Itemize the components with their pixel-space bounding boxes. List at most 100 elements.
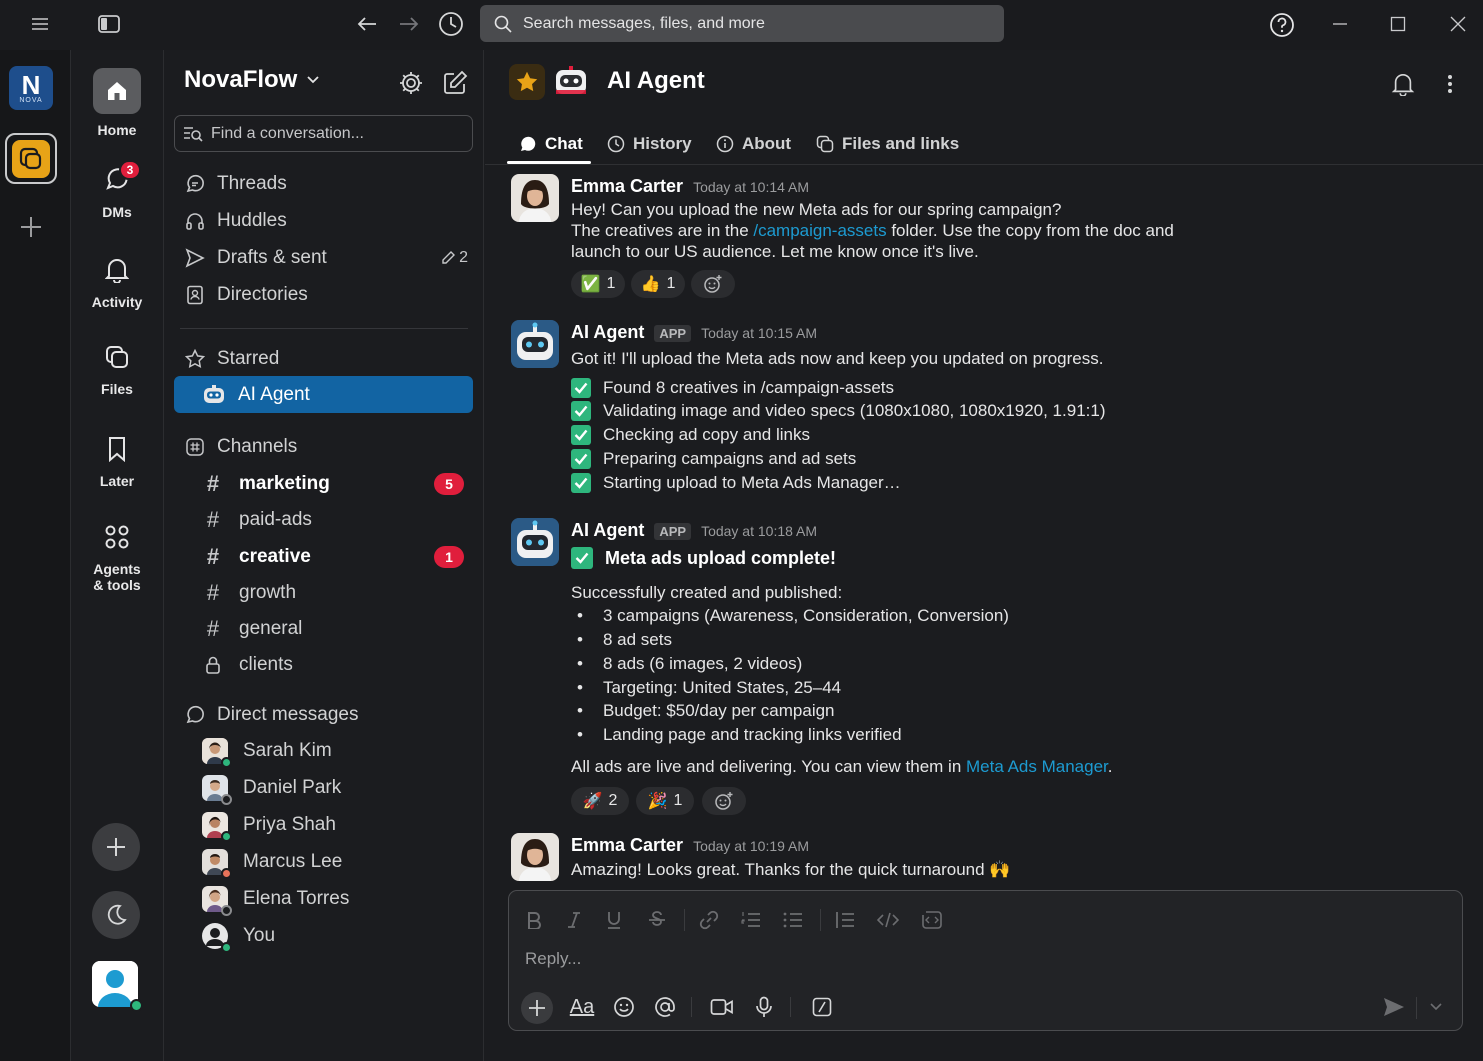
add-reaction-button[interactable]: [691, 270, 735, 298]
ai-agent-message-avatar[interactable]: [511, 518, 559, 566]
ordered-list-icon[interactable]: [738, 907, 764, 933]
workspace-logo[interactable]: N NOVA: [9, 66, 53, 110]
more-options-icon[interactable]: [1442, 72, 1458, 96]
mention-icon[interactable]: [650, 992, 680, 1022]
search-bar[interactable]: Search messages, files, and more: [480, 5, 1004, 42]
reaction-check[interactable]: ✅ 1: [571, 270, 625, 298]
theme-toggle-button[interactable]: [92, 891, 140, 939]
add-reaction-button[interactable]: [702, 787, 746, 815]
bullet-text: Targeting: United States, 25–44: [602, 678, 842, 697]
timestamp[interactable]: Today at 10:15 AM: [701, 325, 817, 341]
channel-marketing[interactable]: # marketing 5: [202, 468, 464, 500]
campaign-assets-link[interactable]: /campaign-assets: [753, 221, 886, 240]
channel-name: general: [239, 618, 303, 639]
forward-arrow-icon[interactable]: [396, 12, 422, 36]
video-icon[interactable]: [707, 992, 737, 1022]
ai-agent-message-avatar[interactable]: [511, 320, 559, 368]
find-conversation-input[interactable]: Find a conversation...: [174, 115, 473, 152]
nav-activity[interactable]: Activity: [71, 252, 163, 310]
dm-marcus-lee[interactable]: Marcus Lee: [202, 845, 464, 879]
maximize-icon[interactable]: [1386, 12, 1410, 36]
section-starred[interactable]: Starred: [184, 343, 474, 375]
sidebar-item-directories[interactable]: Directories: [184, 279, 474, 311]
create-new-button[interactable]: [92, 823, 140, 871]
compose-icon[interactable]: [442, 70, 468, 96]
dm-elena-torres[interactable]: Elena Torres: [202, 882, 464, 916]
nav-files[interactable]: Files: [71, 339, 163, 397]
channel-paid-ads[interactable]: # paid-ads: [202, 504, 464, 536]
emma-carter-avatar[interactable]: [511, 833, 559, 881]
tab-files-and-links[interactable]: Files and links: [816, 126, 959, 162]
channel-creative[interactable]: # creative 1: [202, 541, 464, 573]
bold-icon[interactable]: [521, 907, 547, 933]
dm-you[interactable]: You: [202, 919, 464, 953]
tab-about[interactable]: About: [716, 126, 791, 162]
nav-home[interactable]: Home: [71, 68, 163, 138]
timestamp[interactable]: Today at 10:18 AM: [701, 523, 817, 539]
italic-icon[interactable]: [561, 907, 587, 933]
timestamp[interactable]: Today at 10:19 AM: [693, 838, 809, 854]
add-workspace-icon[interactable]: [18, 214, 44, 240]
emma-carter-avatar[interactable]: [511, 174, 559, 222]
author-name[interactable]: AI Agent: [571, 322, 644, 343]
sidebar-toggle-icon[interactable]: [96, 12, 122, 36]
bullet-text: 3 campaigns (Awareness, Consideration, C…: [602, 606, 1009, 625]
send-options-chevron-icon[interactable]: [1421, 992, 1451, 1022]
history-clock-icon[interactable]: [437, 10, 465, 38]
formatting-toggle[interactable]: Aa: [567, 992, 597, 1022]
slash-command-icon[interactable]: [807, 992, 837, 1022]
author-name[interactable]: Emma Carter: [571, 176, 683, 197]
channel-general[interactable]: # general: [202, 613, 464, 645]
menu-icon[interactable]: [28, 12, 52, 36]
help-icon[interactable]: [1268, 11, 1295, 38]
settings-gear-icon[interactable]: [398, 70, 424, 96]
sidebar-item-threads[interactable]: Threads: [184, 168, 474, 200]
dm-sarah-kim[interactable]: Sarah Kim: [202, 734, 464, 768]
close-window-icon[interactable]: [1446, 12, 1470, 36]
workspace-name-button[interactable]: NovaFlow: [184, 66, 319, 94]
send-icon[interactable]: [1379, 992, 1409, 1022]
user-avatar[interactable]: [92, 961, 143, 1012]
hash-icon: #: [206, 616, 220, 641]
blockquote-icon[interactable]: [832, 907, 858, 933]
microphone-icon[interactable]: [749, 992, 779, 1022]
reaction-rocket[interactable]: 🚀 2: [571, 787, 629, 815]
star-button[interactable]: [509, 64, 545, 100]
reaction-party[interactable]: 🎉 1: [636, 787, 694, 815]
nav-files-label: Files: [101, 381, 133, 397]
notifications-bell-icon[interactable]: [1391, 72, 1415, 96]
bullet-list-icon[interactable]: [780, 907, 806, 933]
channel-clients[interactable]: clients: [202, 649, 464, 681]
reaction-thumbs-up[interactable]: 👍 1: [631, 270, 685, 298]
emoji-icon[interactable]: [609, 992, 639, 1022]
attach-plus-button[interactable]: [521, 992, 553, 1024]
author-name[interactable]: AI Agent: [571, 520, 644, 541]
sidebar-item-huddles[interactable]: Huddles: [184, 205, 474, 237]
code-block-icon[interactable]: [919, 907, 945, 933]
back-arrow-icon[interactable]: [354, 12, 380, 36]
author-name[interactable]: Emma Carter: [571, 835, 683, 856]
section-channels[interactable]: Channels: [184, 431, 474, 463]
dm-priya-shah[interactable]: Priya Shah: [202, 808, 464, 842]
nav-later[interactable]: Later: [71, 431, 163, 489]
second-workspace-button[interactable]: [5, 133, 57, 184]
underline-icon[interactable]: [601, 907, 627, 933]
dm-daniel-park[interactable]: Daniel Park: [202, 771, 464, 805]
channel-growth[interactable]: # growth: [202, 577, 464, 609]
meta-ads-manager-link[interactable]: Meta Ads Manager: [966, 757, 1108, 776]
section-direct-messages[interactable]: Direct messages: [184, 699, 474, 731]
tab-history[interactable]: History: [607, 126, 692, 162]
link-icon[interactable]: [696, 907, 722, 933]
nav-agents-tools[interactable]: Agents & tools: [71, 519, 163, 593]
ai-agent-label: AI Agent: [238, 383, 310, 405]
reply-input[interactable]: Reply...: [525, 949, 581, 969]
sidebar-item-ai-agent[interactable]: AI Agent: [174, 376, 473, 413]
strikethrough-icon[interactable]: [644, 907, 670, 933]
dm-name: Daniel Park: [243, 777, 342, 798]
sidebar-item-drafts[interactable]: Drafts & sent 2: [184, 242, 474, 274]
timestamp[interactable]: Today at 10:14 AM: [693, 179, 809, 195]
tab-chat[interactable]: Chat: [519, 126, 583, 162]
minimize-icon[interactable]: [1328, 12, 1352, 36]
nav-dms[interactable]: 3 DMs: [71, 160, 163, 220]
code-icon[interactable]: [875, 907, 901, 933]
